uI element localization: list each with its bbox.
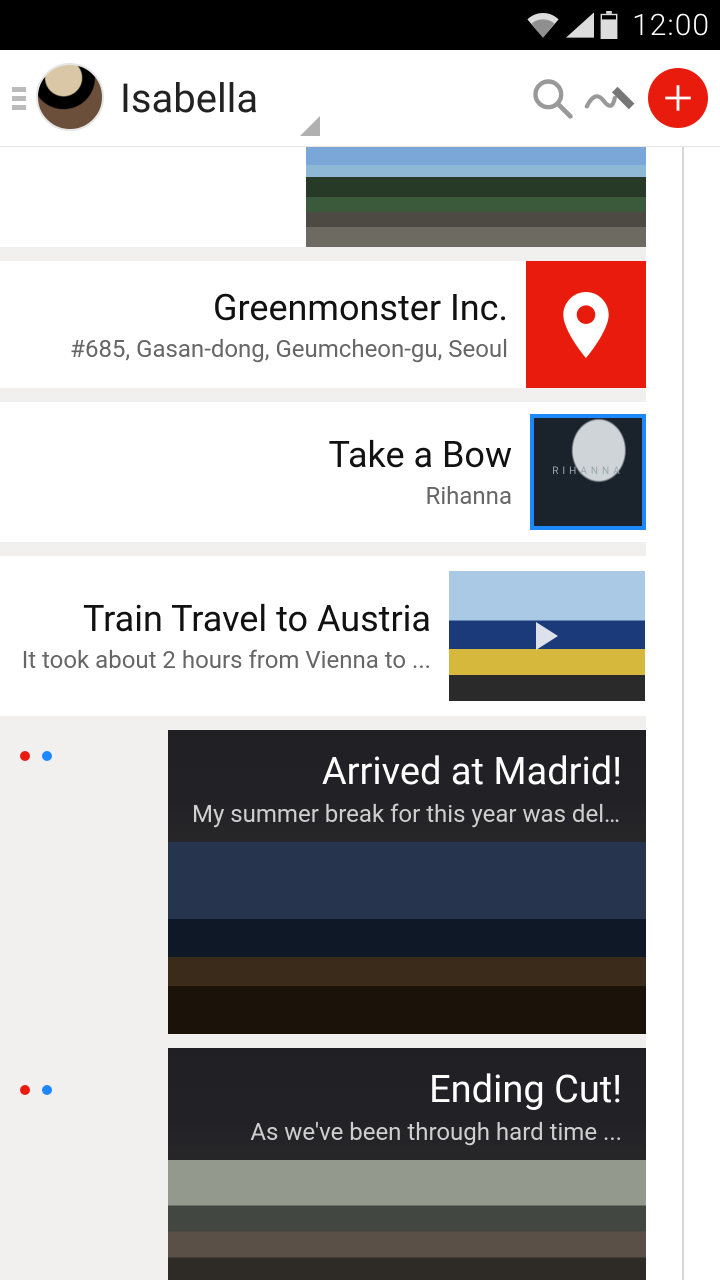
card-title: Train Travel to Austria (22, 598, 431, 640)
post-photo (168, 1160, 646, 1280)
wifi-icon (526, 12, 560, 38)
user-name[interactable]: Isabella (120, 75, 258, 122)
timeline-card-location[interactable]: Greenmonster Inc. #685, Gasan-dong, Geum… (0, 261, 646, 388)
photo-thumbnail (306, 147, 646, 247)
location-tile (526, 261, 646, 388)
compose-button[interactable] (582, 68, 642, 128)
card-title: Ending Cut! (192, 1068, 622, 1112)
card-subtitle: It took about 2 hours from Vienna to ... (22, 646, 431, 674)
cell-signal-icon (566, 12, 594, 38)
play-icon (536, 622, 558, 650)
menu-icon[interactable] (12, 83, 26, 114)
add-button[interactable] (648, 68, 708, 128)
compose-icon (584, 78, 640, 118)
search-icon (530, 76, 574, 120)
timeline-card-post[interactable]: Ending Cut! As we've been through hard t… (168, 1048, 646, 1280)
album-art: RIHANNA (530, 414, 646, 530)
timeline-card-video[interactable]: Train Travel to Austria It took about 2 … (0, 556, 646, 716)
card-category-dots (20, 1085, 52, 1095)
card-title: Greenmonster Inc. (70, 287, 508, 329)
card-subtitle: #685, Gasan-dong, Geumcheon-gu, Seoul (70, 335, 508, 363)
timeline-card-photo[interactable] (0, 147, 646, 247)
app-header: Isabella (0, 50, 720, 147)
user-avatar[interactable] (36, 63, 106, 133)
timeline-line (682, 147, 684, 1280)
timeline-card-music[interactable]: Take a Bow Rihanna RIHANNA (0, 402, 646, 542)
status-time: 12:00 (632, 8, 710, 43)
timeline-card-post[interactable]: Arrived at Madrid! My summer break for t… (168, 730, 646, 1034)
location-pin-icon (561, 292, 611, 358)
dropdown-icon[interactable] (300, 116, 320, 136)
card-title: Take a Bow (328, 434, 512, 476)
card-subtitle: My summer break for this year was delaye… (192, 800, 622, 828)
status-bar: 12:00 (0, 0, 720, 50)
card-title: Arrived at Madrid! (192, 750, 622, 794)
timeline-track (646, 147, 720, 1280)
card-subtitle: As we've been through hard time ... (192, 1118, 622, 1146)
post-photo (168, 842, 646, 1034)
card-subtitle: Rihanna (328, 482, 512, 510)
album-art-text: RIHANNA (552, 466, 624, 477)
battery-icon (600, 11, 618, 39)
timeline-viewport: Greenmonster Inc. #685, Gasan-dong, Geum… (0, 147, 720, 1280)
card-category-dots (20, 751, 52, 761)
timeline-content[interactable]: Greenmonster Inc. #685, Gasan-dong, Geum… (0, 147, 646, 1280)
search-button[interactable] (522, 68, 582, 128)
video-thumbnail (449, 571, 645, 701)
plus-icon (661, 81, 695, 115)
